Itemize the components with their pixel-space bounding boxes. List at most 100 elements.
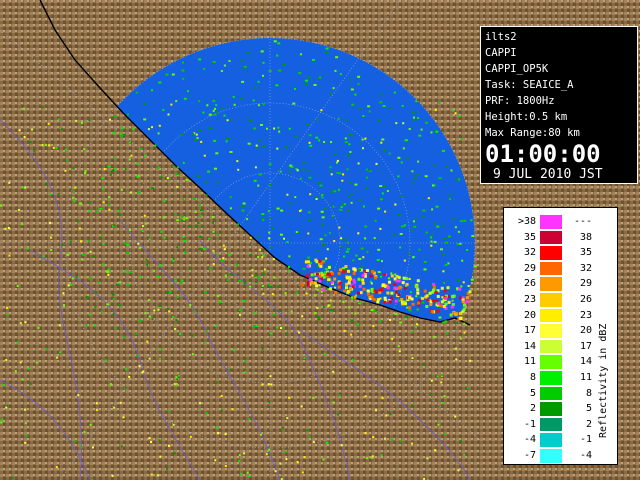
echo-pixel	[233, 103, 236, 106]
echo-pixel	[258, 173, 262, 176]
echo-pixel	[141, 371, 144, 374]
echo-pixel	[268, 237, 271, 240]
echo-pixel	[383, 185, 387, 188]
echo-pixel	[132, 128, 135, 131]
echo-pixel	[406, 316, 409, 319]
echo-pixel	[198, 100, 201, 103]
echo-pixel	[398, 350, 401, 353]
echo-pixel	[25, 434, 28, 437]
echo-pixel	[319, 76, 322, 79]
echo-pixel	[288, 127, 291, 130]
echo-pixel	[130, 191, 133, 194]
echo-pixel	[217, 233, 220, 236]
echo-pixel	[319, 184, 323, 187]
echo-pixel	[254, 274, 258, 277]
echo-pixel	[151, 187, 155, 190]
echo-pixel	[383, 273, 386, 276]
legend-upper-bound: 17	[579, 340, 592, 352]
echo-pixel	[232, 95, 235, 98]
legend-row: 29 32	[504, 261, 604, 277]
echo-pixel	[124, 168, 127, 171]
echo-pixel	[52, 146, 55, 149]
echo-pixel	[175, 383, 178, 385]
echo-pixel	[286, 193, 289, 196]
echo-pixel	[329, 166, 332, 169]
echo-pixel	[163, 200, 166, 203]
echo-pixel	[73, 200, 76, 203]
echo-pixel	[327, 278, 331, 282]
echo-pixel	[71, 277, 74, 280]
echo-pixel	[111, 293, 115, 296]
legend-color-swatch	[540, 246, 562, 260]
echo-pixel	[290, 165, 294, 168]
echo-pixel	[456, 321, 459, 324]
echo-pixel	[319, 264, 323, 268]
echo-pixel	[160, 176, 163, 179]
echo-pixel	[88, 277, 92, 280]
echo-pixel	[141, 230, 144, 233]
echo-pixel	[229, 118, 232, 121]
echo-pixel	[394, 312, 398, 315]
echo-pixel	[165, 73, 169, 76]
echo-pixel	[126, 252, 130, 254]
echo-pixel	[159, 357, 162, 360]
echo-pixel	[463, 331, 466, 334]
echo-pixel	[57, 192, 60, 195]
echo-pixel	[148, 357, 151, 360]
echo-pixel	[315, 272, 319, 276]
legend-lower-bound: 29	[523, 262, 536, 274]
echo-pixel	[307, 170, 309, 172]
echo-pixel	[459, 317, 463, 321]
echo-pixel	[120, 188, 123, 191]
echo-pixel	[292, 102, 296, 105]
echo-pixel	[333, 190, 337, 193]
echo-pixel	[343, 238, 347, 241]
echo-pixel	[228, 253, 232, 256]
echo-pixel	[322, 243, 326, 245]
echo-pixel	[236, 264, 239, 267]
echo-pixel	[366, 250, 369, 253]
legend-color-swatch	[540, 386, 562, 401]
echo-pixel	[290, 310, 293, 313]
echo-pixel	[397, 345, 400, 348]
echo-pixel	[416, 308, 419, 311]
echo-pixel	[330, 272, 334, 276]
echo-pixel	[303, 456, 306, 459]
echo-pixel	[417, 117, 420, 119]
legend-row: 58	[504, 386, 604, 402]
legend-row: -7 -4	[504, 448, 604, 464]
echo-pixel	[179, 332, 182, 335]
echo-pixel	[336, 159, 339, 162]
echo-pixel	[442, 305, 446, 308]
echo-pixel	[413, 220, 415, 223]
echo-pixel	[383, 296, 387, 300]
echo-pixel	[348, 143, 351, 146]
echo-pixel	[262, 292, 265, 295]
echo-pixel	[455, 358, 458, 361]
echo-pixel	[352, 271, 356, 275]
echo-pixel	[316, 249, 319, 252]
echo-pixel	[7, 227, 10, 229]
echo-pixel	[183, 97, 187, 100]
echo-pixel	[181, 219, 184, 222]
echo-pixel	[435, 301, 438, 304]
legend-upper-bound: 8	[585, 387, 592, 399]
echo-pixel	[339, 268, 343, 272]
echo-pixel	[189, 303, 192, 306]
echo-pixel	[320, 109, 323, 112]
echo-pixel	[268, 401, 271, 404]
echo-pixel	[434, 449, 437, 452]
echo-pixel	[205, 194, 208, 197]
echo-pixel	[289, 202, 292, 205]
echo-pixel	[307, 256, 310, 259]
echo-pixel	[50, 236, 53, 239]
legend-lower-bound: 14	[523, 340, 536, 352]
echo-pixel	[319, 238, 323, 241]
echo-pixel	[408, 128, 411, 130]
echo-pixel	[150, 441, 152, 443]
echo-pixel	[330, 173, 333, 176]
echo-pixel	[114, 168, 117, 171]
echo-pixel	[320, 196, 323, 199]
echo-pixel	[224, 465, 227, 467]
echo-pixel	[107, 268, 110, 271]
